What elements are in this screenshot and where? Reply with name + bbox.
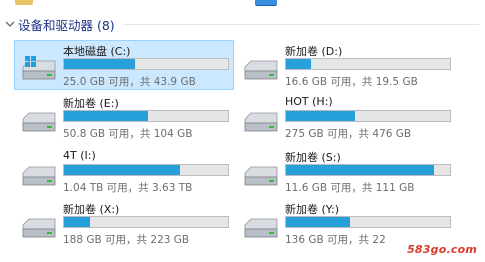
usage-bar <box>63 110 229 122</box>
hard-drive-icon <box>244 218 278 238</box>
drive-capacity: 11.6 GB 可用，共 111 GB <box>285 182 415 194</box>
usage-bar-fill <box>64 59 135 69</box>
hard-drive-icon <box>22 112 56 132</box>
drive-name: 4T (I:) <box>63 149 96 162</box>
desktop-folder-icon <box>255 0 277 6</box>
drive-capacity: 50.8 GB 可用，共 104 GB <box>63 128 193 140</box>
drive-item-e[interactable]: 新加卷 (E:) 50.8 GB 可用，共 104 GB <box>14 92 234 142</box>
watermark: 583go.com <box>407 243 477 256</box>
usage-bar-fill <box>286 59 311 69</box>
drive-name: 新加卷 (Y:) <box>285 203 340 216</box>
hard-drive-icon <box>22 166 56 186</box>
drive-name: HOT (H:) <box>285 95 333 108</box>
usage-bar <box>63 164 229 176</box>
usage-bar <box>285 110 451 122</box>
hard-drive-icon <box>244 166 278 186</box>
section-divider <box>122 23 479 25</box>
usage-bar-fill <box>64 111 148 121</box>
section-title: 设备和驱动器 (8) <box>18 17 115 33</box>
drive-capacity: 275 GB 可用，共 476 GB <box>285 128 412 140</box>
drive-item-d[interactable]: 新加卷 (D:) 16.6 GB 可用，共 19.5 GB <box>236 40 456 90</box>
drive-item-y[interactable]: 新加卷 (Y:) 136 GB 可用，共 22 <box>236 198 456 248</box>
drive-capacity: 136 GB 可用，共 22 <box>285 234 386 246</box>
usage-bar <box>63 216 229 228</box>
drive-name: 新加卷 (E:) <box>63 97 119 110</box>
drive-item-h[interactable]: HOT (H:) 275 GB 可用，共 476 GB <box>236 92 456 142</box>
top-partial-row <box>0 0 485 8</box>
hard-drive-icon <box>22 218 56 238</box>
drive-item-s[interactable]: 新加卷 (S:) 11.6 GB 可用，共 111 GB <box>236 146 456 196</box>
hard-drive-icon <box>244 60 278 80</box>
drive-capacity: 25.0 GB 可用，共 43.9 GB <box>63 76 196 88</box>
usage-bar-fill <box>286 217 350 227</box>
windows-drive-icon <box>22 56 56 80</box>
drive-capacity: 1.04 TB 可用，共 3.63 TB <box>63 182 193 194</box>
chevron-down-icon[interactable] <box>4 18 16 30</box>
usage-bar <box>285 58 451 70</box>
drive-item-c[interactable]: 本地磁盘 (C:) 25.0 GB 可用，共 43.9 GB <box>14 40 234 90</box>
drive-name: 新加卷 (X:) <box>63 203 120 216</box>
usage-bar <box>63 58 229 70</box>
usage-bar-fill <box>286 165 434 175</box>
drive-capacity: 188 GB 可用，共 223 GB <box>63 234 190 246</box>
usage-bar <box>285 164 451 176</box>
usage-bar-fill <box>286 111 355 121</box>
drive-capacity: 16.6 GB 可用，共 19.5 GB <box>285 76 418 88</box>
drive-item-x[interactable]: 新加卷 (X:) 188 GB 可用，共 223 GB <box>14 198 234 248</box>
hard-drive-icon <box>244 112 278 132</box>
devices-section-header[interactable]: 设备和驱动器 (8) <box>0 12 485 36</box>
folder-icon <box>15 0 33 5</box>
drive-name: 新加卷 (D:) <box>285 45 343 58</box>
usage-bar-fill <box>64 217 91 227</box>
drive-name: 本地磁盘 (C:) <box>63 45 131 58</box>
drive-name: 新加卷 (S:) <box>285 151 341 164</box>
usage-bar <box>285 216 451 228</box>
usage-bar-fill <box>64 165 181 175</box>
drive-item-i[interactable]: 4T (I:) 1.04 TB 可用，共 3.63 TB <box>14 146 234 196</box>
